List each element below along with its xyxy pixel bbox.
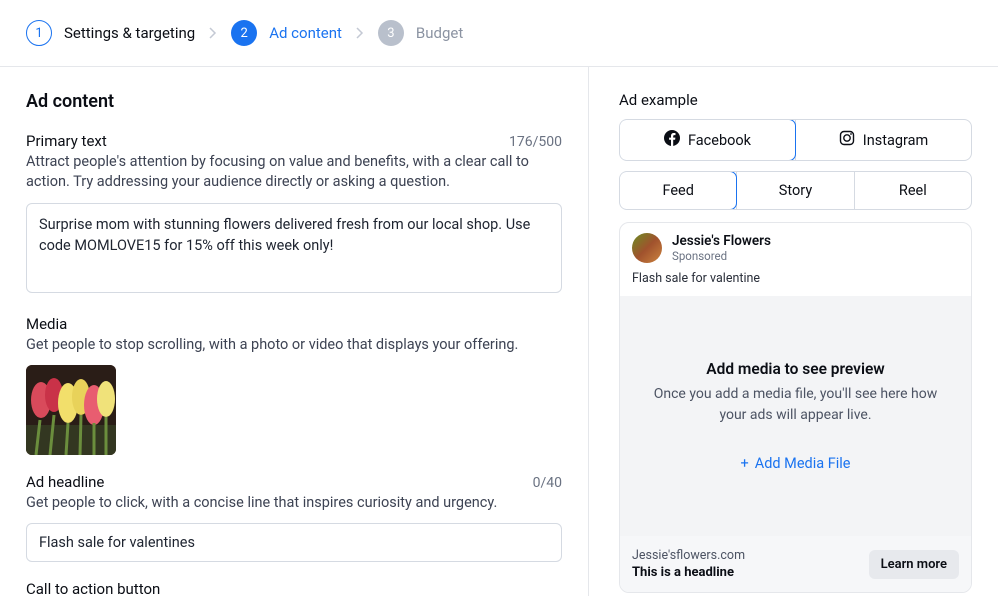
preview-account-name: Jessie's Flowers [672,233,771,249]
tab-label: Instagram [863,132,928,149]
tab-facebook[interactable]: Facebook [619,119,796,161]
step-label: Ad content [269,24,342,42]
tab-instagram[interactable]: Instagram [795,120,971,160]
placeholder-title: Add media to see preview [706,360,885,378]
preview-headline: This is a headline [632,565,745,580]
preview-header: Jessie's Flowers Sponsored [620,223,971,267]
field-label: Primary text [26,132,107,150]
tab-label: Story [779,182,812,199]
placement-tabs: Feed Story Reel [619,171,972,210]
step-budget: 3 Budget [378,20,463,46]
step-settings-targeting[interactable]: 1 Settings & targeting [26,20,195,46]
placeholder-description: Once you add a media file, you'll see he… [650,384,941,425]
field-description: Attract people's attention by focusing o… [26,152,562,193]
preview-sponsored-label: Sponsored [672,249,771,263]
preview-footer: Jessie'sflowers.com This is a headline L… [620,536,971,592]
preview-panel: Ad example Facebook Instagram Feed Story… [589,67,998,596]
field-description: Get people to stop scrolling, with a pho… [26,335,562,355]
field-ad-headline: Ad headline 0/40 Get people to click, wi… [26,473,562,562]
tab-feed[interactable]: Feed [619,171,737,210]
ad-headline-input[interactable] [26,523,562,562]
field-label: Call to action button [26,580,562,596]
field-media: Media Get people to stop scrolling, with… [26,315,562,455]
char-counter: 176/500 [509,134,562,150]
chevron-right-icon [356,24,364,43]
field-description: Get people to click, with a concise line… [26,493,562,513]
tab-reel[interactable]: Reel [854,172,971,209]
add-media-label: Add Media File [755,455,851,472]
preview-section-label: Ad example [619,91,972,109]
preview-domain: Jessie'sflowers.com [632,548,745,563]
preview-cta-button[interactable]: Learn more [869,550,959,579]
page-title: Ad content [26,91,562,112]
step-number-3: 3 [378,20,404,46]
step-number-2: 2 [231,20,257,46]
step-number-1: 1 [26,20,52,46]
field-cta-button: Call to action button Learn more [26,580,562,596]
step-label: Settings & targeting [64,24,195,42]
field-label: Ad headline [26,473,104,491]
field-primary-text: Primary text 176/500 Attract people's at… [26,132,562,297]
field-label: Media [26,315,562,333]
tab-label: Feed [662,182,693,199]
char-counter: 0/40 [533,475,562,491]
flowers-image [26,365,116,455]
primary-text-input[interactable] [26,203,562,293]
step-label: Budget [416,24,463,42]
chevron-right-icon [209,24,217,43]
stepper: 1 Settings & targeting 2 Ad content 3 Bu… [0,0,998,67]
plus-icon: + [741,455,749,472]
media-thumbnail[interactable] [26,365,116,455]
step-ad-content[interactable]: 2 Ad content [231,20,342,46]
tab-label: Reel [899,182,927,199]
tab-story[interactable]: Story [736,172,853,209]
ad-preview-card: Jessie's Flowers Sponsored Flash sale fo… [619,222,972,593]
facebook-icon [664,130,680,150]
form-panel: Ad content Primary text 176/500 Attract … [0,67,589,596]
preview-media-placeholder: Add media to see preview Once you add a … [620,296,971,536]
instagram-icon [839,130,855,150]
add-media-button[interactable]: + Add Media File [741,455,851,472]
network-tabs: Facebook Instagram [619,119,972,161]
avatar [632,233,662,263]
tab-label: Facebook [688,132,751,149]
preview-caption: Flash sale for valentine [620,267,971,296]
